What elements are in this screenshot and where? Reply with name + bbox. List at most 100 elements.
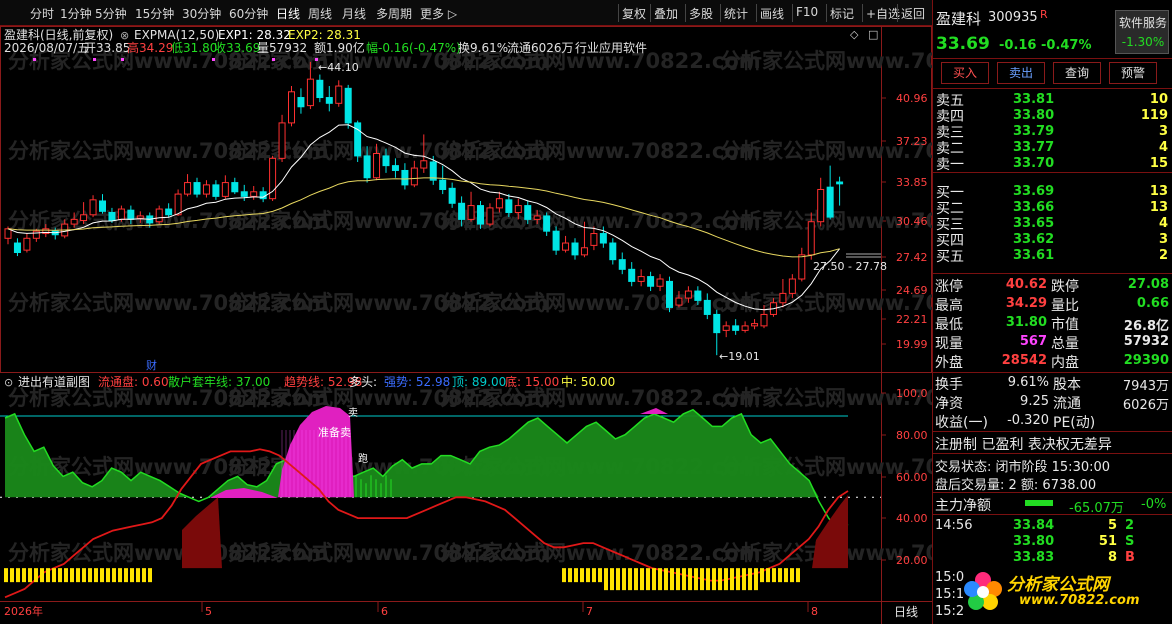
candle[interactable]: [666, 276, 673, 313]
candle[interactable]: [184, 174, 192, 197]
bar-info-item: 换9.61%: [458, 41, 508, 55]
candle[interactable]: [174, 189, 182, 216]
bottom-signal-bar: [64, 568, 68, 583]
candle[interactable]: [826, 165, 834, 220]
period-tab[interactable]: 日线: [276, 5, 300, 22]
candle[interactable]: [562, 235, 570, 253]
kline-chart-area[interactable]: 分析家公式网www.70822.com 分析家公式网www.70822.com 分析…: [0, 26, 932, 624]
period-tab[interactable]: 5分钟: [95, 5, 127, 22]
period-tab[interactable]: 月线: [342, 5, 366, 22]
candle-body: [666, 280, 673, 308]
candle[interactable]: [221, 175, 229, 199]
candle[interactable]: [836, 176, 844, 206]
candle[interactable]: [732, 319, 740, 335]
candle[interactable]: [798, 247, 806, 282]
toolbar-button[interactable]: 叠加: [654, 5, 678, 22]
candle[interactable]: [354, 120, 362, 162]
sub-indicator-value: 中: 50.00: [561, 374, 615, 389]
period-tab[interactable]: 更多 ▷: [420, 5, 457, 22]
alert-button[interactable]: 预警: [1109, 62, 1157, 84]
period-tab[interactable]: 周线: [308, 5, 332, 22]
toolbar-button[interactable]: +自选: [866, 5, 900, 22]
candle[interactable]: [609, 238, 617, 265]
candle[interactable]: [165, 203, 173, 218]
candle[interactable]: [618, 252, 626, 275]
toolbar-button[interactable]: 画线: [760, 5, 784, 22]
bottom-signal-bar: [796, 568, 800, 583]
period-tab[interactable]: 分时: [30, 5, 54, 22]
period-tab[interactable]: 1分钟: [60, 5, 92, 22]
period-tab[interactable]: 60分钟: [229, 5, 268, 22]
candle[interactable]: [193, 177, 201, 198]
candle[interactable]: [628, 262, 636, 287]
candle[interactable]: [316, 74, 324, 103]
candle[interactable]: [23, 233, 31, 253]
candle[interactable]: [647, 271, 655, 292]
candle[interactable]: [713, 309, 721, 356]
candle[interactable]: [335, 80, 343, 107]
toolbar-button[interactable]: 标记: [830, 5, 854, 22]
stat-key: 外盘: [935, 355, 963, 371]
ask-price: 33.80: [1013, 108, 1055, 123]
candle[interactable]: [297, 88, 305, 114]
candle[interactable]: [401, 163, 409, 190]
ask-volume: 15: [1149, 156, 1168, 171]
candle[interactable]: [325, 86, 333, 112]
candle[interactable]: [89, 195, 97, 218]
candle[interactable]: [32, 228, 40, 242]
candle[interactable]: [269, 155, 277, 201]
candle[interactable]: [637, 269, 645, 287]
toolbar-button[interactable]: 复权: [622, 5, 646, 22]
period-tab[interactable]: 多周期: [376, 5, 412, 22]
candle-body: [382, 155, 390, 167]
candle[interactable]: [817, 177, 825, 227]
candle[interactable]: [552, 226, 560, 255]
candle[interactable]: [439, 165, 447, 195]
toolbar-button[interactable]: 多股: [689, 5, 713, 22]
candle[interactable]: [722, 321, 730, 338]
period-tab[interactable]: 30分钟: [182, 5, 221, 22]
price-change-pct: -0.47%: [1041, 38, 1092, 53]
period-tab[interactable]: 15分钟: [135, 5, 174, 22]
sell-button[interactable]: 卖出: [997, 62, 1045, 84]
candle[interactable]: [741, 321, 749, 333]
bottom-signal-bar: [730, 568, 734, 591]
candle[interactable]: [288, 86, 295, 127]
candle[interactable]: [278, 114, 286, 162]
candle[interactable]: [410, 160, 418, 188]
candle[interactable]: [13, 238, 21, 257]
candle[interactable]: [656, 274, 664, 292]
trade-status: 交易状态: 闭市阶段 15:30:00: [935, 460, 1111, 475]
candle[interactable]: [231, 177, 239, 195]
candle[interactable]: [240, 184, 248, 201]
candle[interactable]: [212, 180, 220, 200]
bar-info-item: 幅-0.16(-0.47%): [366, 40, 461, 55]
candle-body: [202, 184, 210, 195]
toolbar-button[interactable]: 统计: [724, 5, 748, 22]
query-button[interactable]: 查询: [1053, 62, 1101, 84]
candle[interactable]: [571, 238, 579, 260]
sub-indicator-value: 多头:: [349, 375, 377, 389]
candle[interactable]: [486, 203, 494, 227]
close-pane-icon: □: [868, 28, 878, 41]
candle-body: [694, 290, 702, 301]
toolbar-button[interactable]: 返回: [901, 5, 925, 22]
candle-body: [99, 200, 106, 212]
bid-label: 买五: [936, 249, 964, 265]
candle[interactable]: [259, 187, 267, 203]
indicator-name: EXPMA(12,50): [134, 28, 219, 42]
candle[interactable]: [467, 191, 475, 222]
candle[interactable]: [344, 84, 352, 129]
sector-box[interactable]: 软件服务 -1.30%: [1115, 10, 1169, 54]
candle[interactable]: [779, 279, 787, 308]
candle[interactable]: [202, 180, 210, 198]
stock-name: 盈建科: [936, 10, 982, 28]
buy-button[interactable]: 买入: [941, 62, 989, 84]
toolbar-button[interactable]: F10: [796, 5, 818, 19]
bottom-signal-bar: [754, 568, 758, 591]
candle[interactable]: [250, 186, 258, 200]
candle-body: [741, 325, 749, 331]
candle[interactable]: [99, 194, 106, 214]
candle[interactable]: [751, 319, 759, 330]
candle[interactable]: [448, 182, 456, 208]
